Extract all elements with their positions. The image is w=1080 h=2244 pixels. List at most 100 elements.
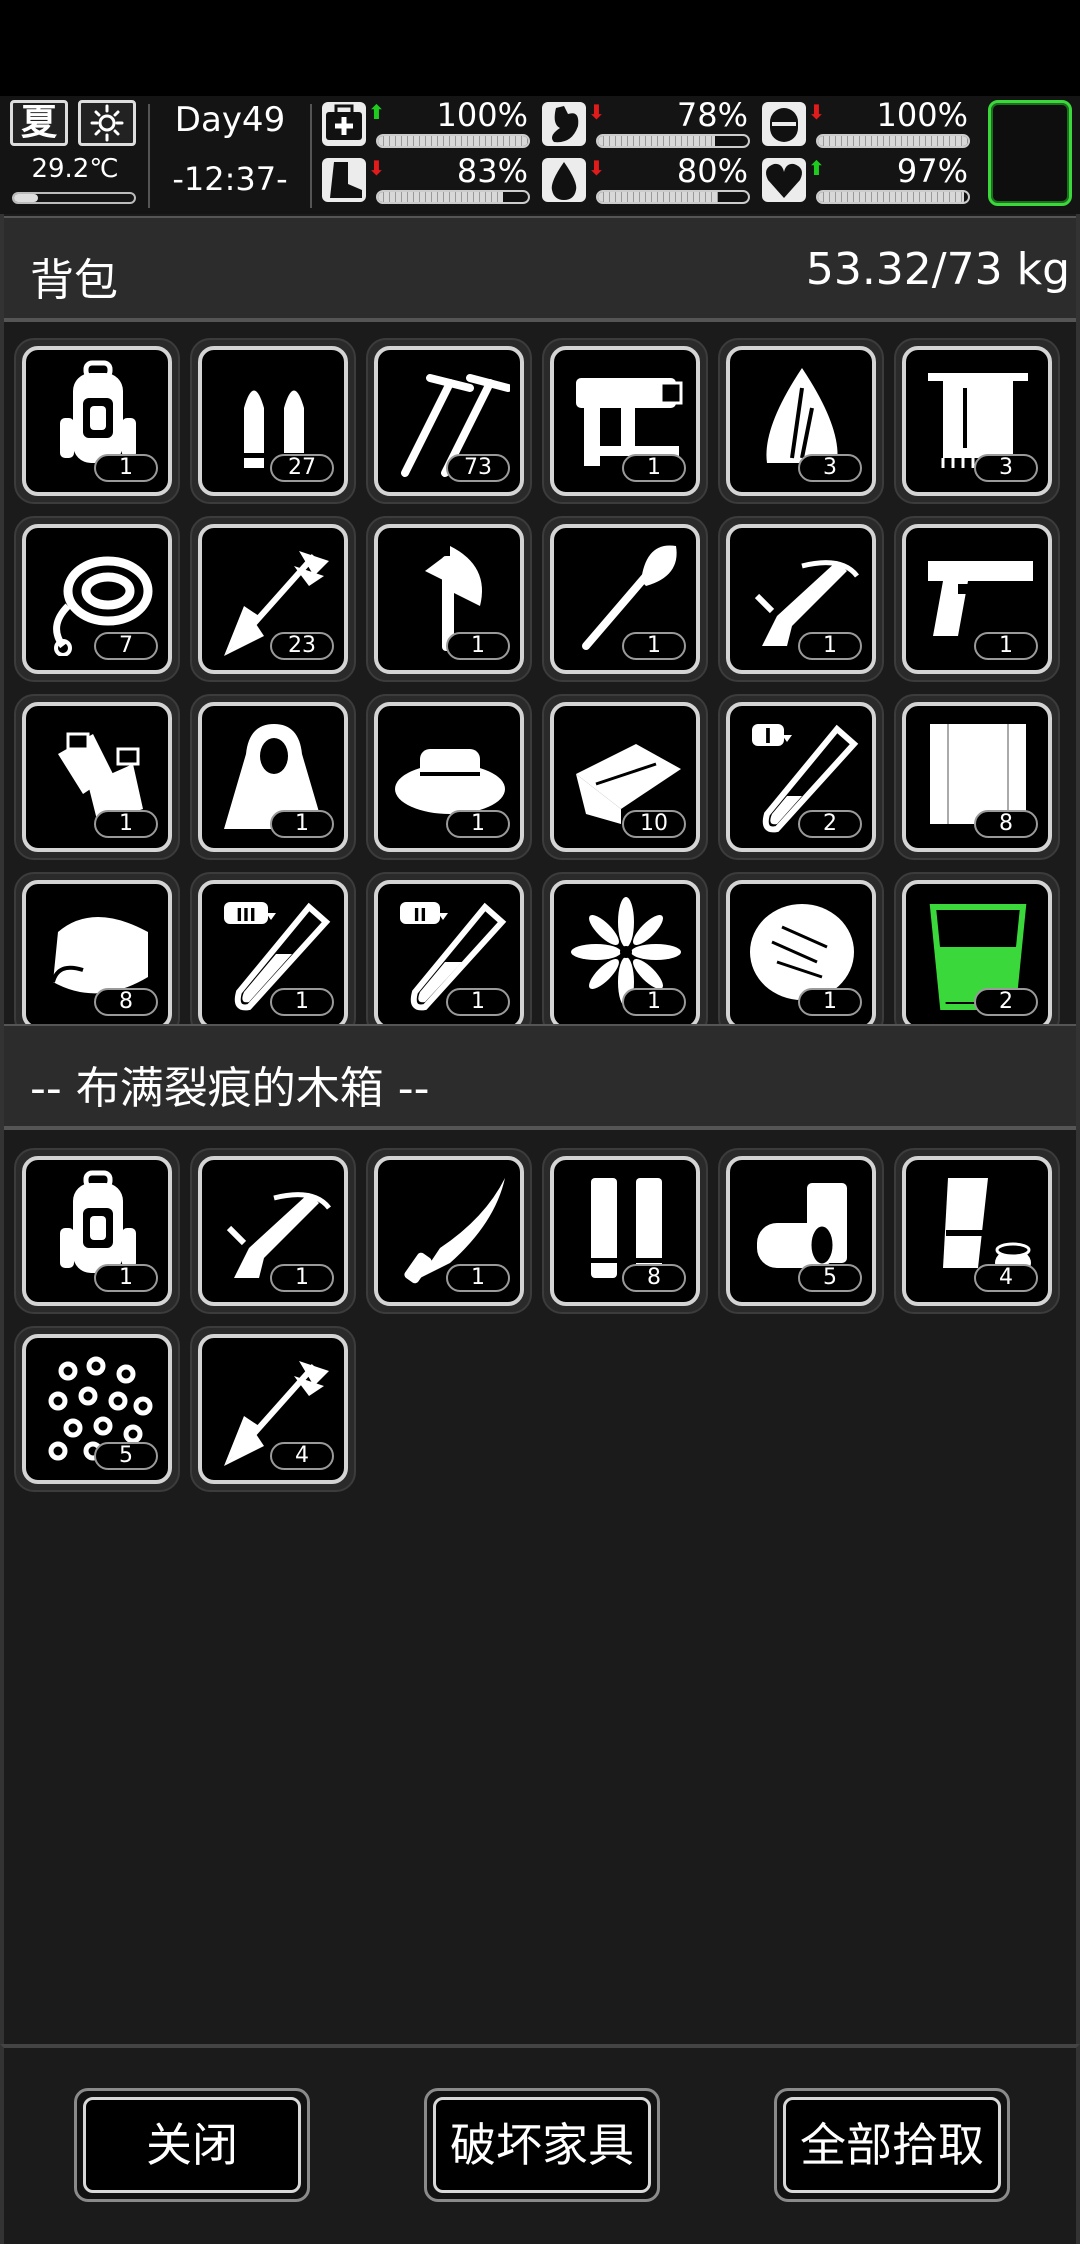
item-slot[interactable]: 1 — [718, 872, 884, 1024]
item-slot[interactable]: 27 — [190, 338, 356, 504]
item-slot[interactable]: 2 — [894, 872, 1060, 1024]
item-slot[interactable]: 1 — [542, 872, 708, 1024]
item-count: 7 — [94, 632, 158, 660]
item-count: 1 — [622, 632, 686, 660]
item-frame: 1 — [550, 346, 700, 496]
backpack-title: 背包 — [30, 255, 118, 306]
item-slot[interactable]: 1 — [366, 1148, 532, 1314]
item-slot[interactable]: I2 — [718, 694, 884, 860]
item-frame: 1 — [374, 524, 524, 674]
stat-value: 78% — [676, 96, 748, 134]
item-frame: 1 — [22, 346, 172, 496]
item-frame: 3 — [902, 346, 1052, 496]
foot-icon — [322, 158, 366, 202]
item-slot[interactable]: 1 — [14, 338, 180, 504]
clock-label: -12:37- — [172, 160, 288, 198]
temperature-bar — [12, 192, 136, 204]
trend-arrow-icon: ⬇ — [808, 100, 825, 124]
item-count: 1 — [270, 810, 334, 838]
item-frame: 7 — [22, 524, 172, 674]
item-frame: 8 — [902, 702, 1052, 852]
item-slot[interactable]: 5 — [718, 1148, 884, 1314]
close-button[interactable]: 关闭 — [74, 2088, 310, 2202]
trend-arrow-icon: ⬇ — [588, 100, 605, 124]
item-frame: 2 — [902, 880, 1052, 1024]
item-slot[interactable]: 1 — [14, 694, 180, 860]
item-slot[interactable]: 1 — [718, 516, 884, 682]
item-slot[interactable]: 1 — [542, 516, 708, 682]
item-count: 1 — [974, 632, 1038, 660]
item-slot[interactable]: 7 — [14, 516, 180, 682]
item-slot[interactable]: 1 — [190, 694, 356, 860]
item-slot[interactable]: 5 — [14, 1326, 180, 1492]
trend-arrow-icon: ⬇ — [588, 156, 605, 180]
stat-value: 100% — [876, 96, 968, 134]
day-label: Day49 — [174, 100, 286, 140]
item-slot[interactable]: 1 — [366, 516, 532, 682]
item-count: 1 — [270, 988, 334, 1016]
item-slot[interactable]: 8 — [14, 872, 180, 1024]
item-slot[interactable]: II 1 — [366, 872, 532, 1024]
item-slot[interactable]: 73 — [366, 338, 532, 504]
season-badge: 夏 — [10, 100, 68, 146]
item-frame: II 1 — [374, 880, 524, 1024]
stat-bar — [596, 134, 750, 148]
stat-bar — [596, 190, 750, 204]
destroy-furniture-button[interactable]: 破坏家具 — [424, 2088, 660, 2202]
item-slot[interactable]: 4 — [190, 1326, 356, 1492]
item-count: 8 — [974, 810, 1038, 838]
item-count: 1 — [94, 810, 158, 838]
destroy-furniture-button-label: 破坏家具 — [433, 2097, 651, 2193]
close-button-label: 关闭 — [83, 2097, 301, 2193]
item-slot[interactable]: 1 — [542, 338, 708, 504]
item-slot[interactable]: 8 — [894, 694, 1060, 860]
pick-all-button[interactable]: 全部拾取 — [774, 2088, 1010, 2202]
item-slot[interactable]: 23 — [190, 516, 356, 682]
item-count: 1 — [446, 632, 510, 660]
action-bar: 关闭 破坏家具 全部拾取 — [0, 2044, 1080, 2244]
backpack-header: 背包 53.32/73 kg — [4, 216, 1076, 322]
item-count: 73 — [446, 454, 510, 482]
container-header: -- 布满裂痕的木箱 -- — [4, 1024, 1076, 1130]
stat-foot: ⬇ 83% — [322, 152, 532, 206]
item-slot[interactable]: 8 — [542, 1148, 708, 1314]
stat-value: 100% — [436, 96, 528, 134]
trend-arrow-icon: ⬆ — [808, 156, 825, 180]
health-kit-icon — [322, 102, 366, 146]
svg-text:I: I — [764, 724, 771, 748]
item-slot[interactable]: 1 — [894, 516, 1060, 682]
item-frame: 5 — [22, 1334, 172, 1484]
backpack-weight: 53.32/73 kg — [805, 244, 1070, 295]
item-slot[interactable]: 10 — [542, 694, 708, 860]
item-frame: 1 — [374, 1156, 524, 1306]
item-slot[interactable]: 1 — [190, 1148, 356, 1314]
item-frame: 1 — [198, 702, 348, 852]
character-slot[interactable] — [988, 100, 1072, 206]
item-frame: 4 — [902, 1156, 1052, 1306]
stat-pill: ⬇ 100% — [762, 96, 972, 150]
item-count: 4 — [270, 1442, 334, 1470]
item-frame: 8 — [22, 880, 172, 1024]
item-frame: 1 — [726, 880, 876, 1024]
stat-bar-fill — [378, 136, 528, 146]
item-frame: 1 — [22, 702, 172, 852]
item-slot[interactable]: 3 — [718, 338, 884, 504]
item-frame: 5 — [726, 1156, 876, 1306]
item-count: 1 — [270, 1264, 334, 1292]
stat-health-kit: ⬆ 100% — [322, 96, 532, 150]
item-slot[interactable]: 1 — [14, 1148, 180, 1314]
item-slot[interactable]: III 1 — [190, 872, 356, 1024]
item-slot[interactable]: 4 — [894, 1148, 1060, 1314]
item-frame: III 1 — [198, 880, 348, 1024]
item-frame: 27 — [198, 346, 348, 496]
item-count: 1 — [446, 810, 510, 838]
item-slot[interactable]: 1 — [366, 694, 532, 860]
item-frame: 8 — [550, 1156, 700, 1306]
temperature-bar-fill — [14, 194, 38, 202]
item-count: 1 — [446, 988, 510, 1016]
stat-bar-fill — [818, 136, 968, 146]
item-frame: 1 — [374, 702, 524, 852]
weather-sun-icon — [78, 100, 136, 146]
item-count: 1 — [622, 988, 686, 1016]
item-slot[interactable]: 3 — [894, 338, 1060, 504]
